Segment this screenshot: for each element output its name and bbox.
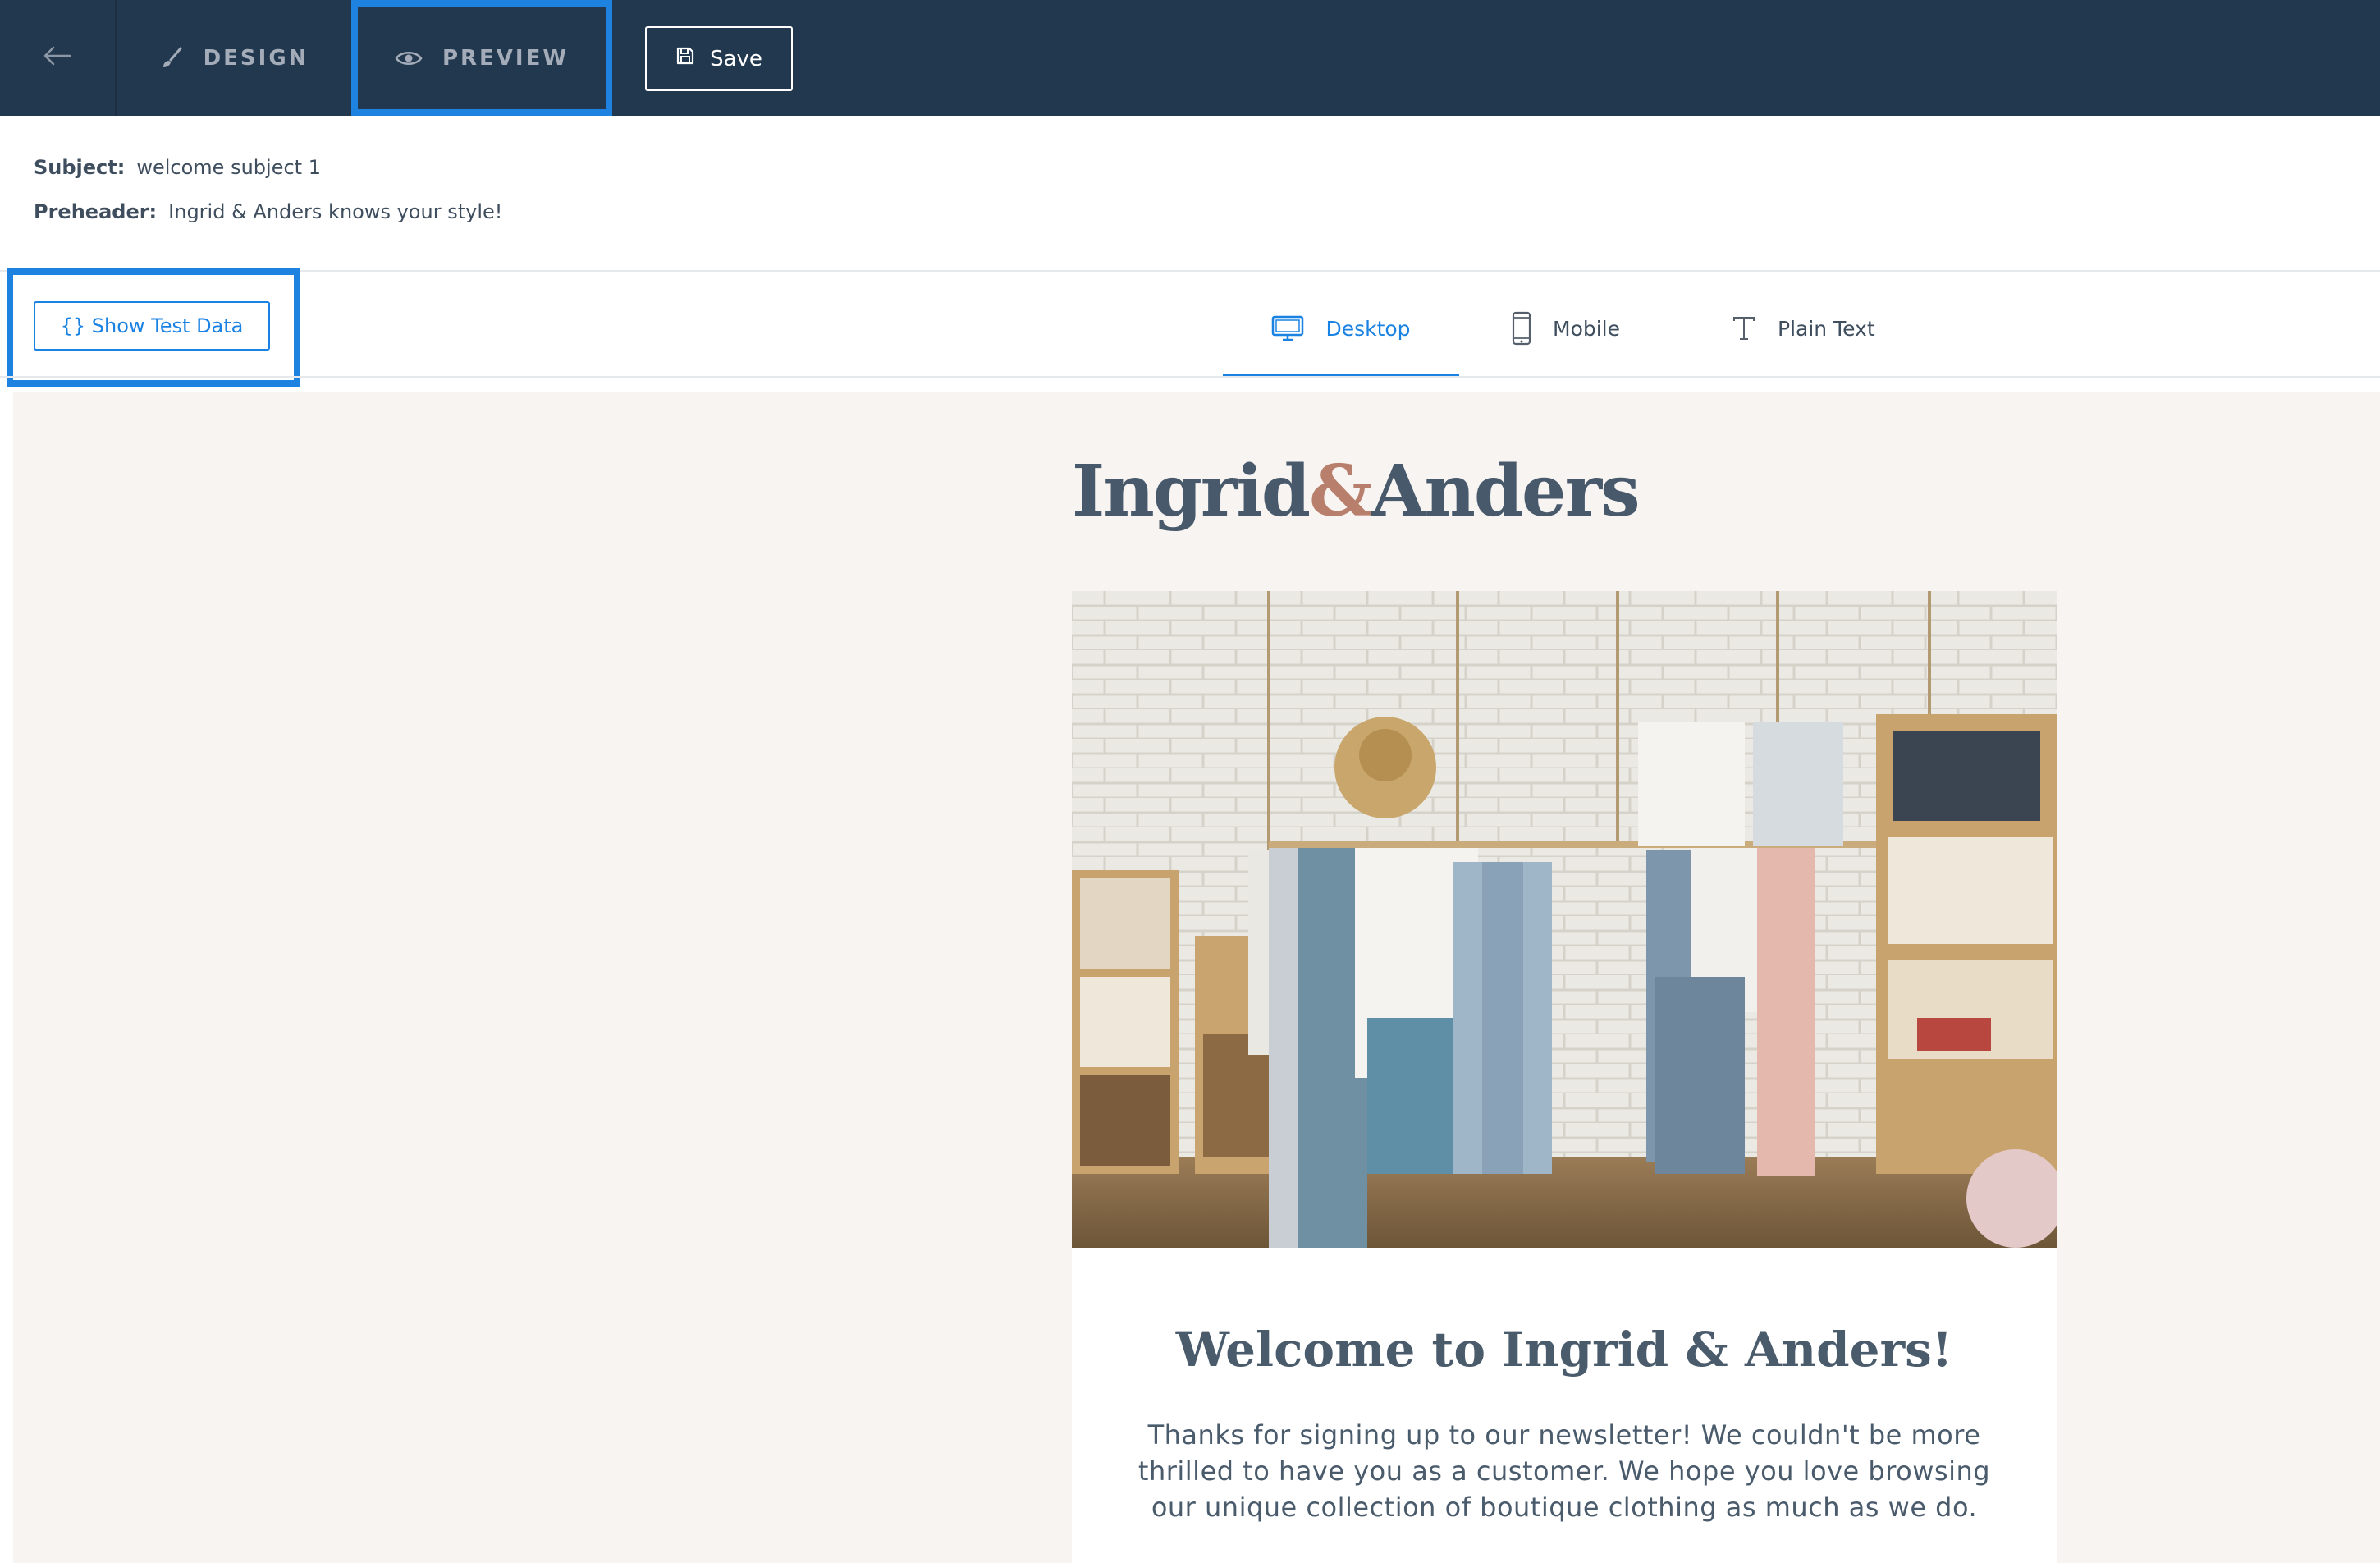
view-tab-desktop-label: Desktop [1325,316,1411,341]
save-button[interactable]: Save [645,26,793,91]
hero-image [1072,591,2057,1248]
brush-icon [159,46,184,71]
email-body-text: Thanks for signing up to our newsletter!… [1137,1419,1991,1523]
subject-line: Subject: welcome subject 1 [34,156,321,179]
view-tab-mobile[interactable]: Mobile [1512,279,1620,378]
arrow-left-icon [43,46,71,70]
monitor-icon [1271,314,1304,342]
tab-preview[interactable]: PREVIEW [351,0,612,116]
divider [0,270,2380,272]
editor-top-bar: DESIGN PREVIEW Save [0,0,2380,116]
subject-value: welcome subject 1 [136,156,321,179]
floppy-disk-icon [675,46,695,71]
preheader-line: Preheader: Ingrid & Anders knows your sty… [34,200,502,223]
phone-icon [1512,311,1531,346]
toolbar-divider [0,376,2380,378]
tab-design-label: DESIGN [203,45,309,71]
show-test-data-button[interactable]: {} Show Test Data [34,301,270,351]
logo-text-right: Anders [1371,450,1641,533]
view-tab-mobile-label: Mobile [1553,316,1621,341]
email-heading: Welcome to Ingrid & Anders! [1175,1322,1953,1377]
save-button-label: Save [710,46,762,71]
tab-design[interactable]: DESIGN [117,0,353,116]
eye-icon [395,49,423,67]
back-button[interactable] [0,0,117,116]
email-preview-canvas: Ingrid&Anders Welcome to Ingrid & Anders… [13,392,2380,1563]
subject-label: Subject: [34,156,126,179]
email-content-card: Welcome to Ingrid & Anders! Thanks for s… [1072,1248,2057,1563]
logo-text-left: Ingrid [1072,450,1311,533]
text-icon [1732,315,1756,341]
logo-ampersand: & [1309,450,1373,533]
preheader-label: Preheader: [34,200,158,223]
view-tab-desktop[interactable]: Desktop [1223,279,1459,378]
preheader-value: Ingrid & Anders knows your style! [168,200,503,223]
tab-preview-label: PREVIEW [442,45,570,71]
view-tab-plain-text[interactable]: Plain Text [1732,279,1875,378]
brand-logo: Ingrid&Anders [1072,450,1640,533]
view-tab-plain-text-label: Plain Text [1778,316,1875,341]
